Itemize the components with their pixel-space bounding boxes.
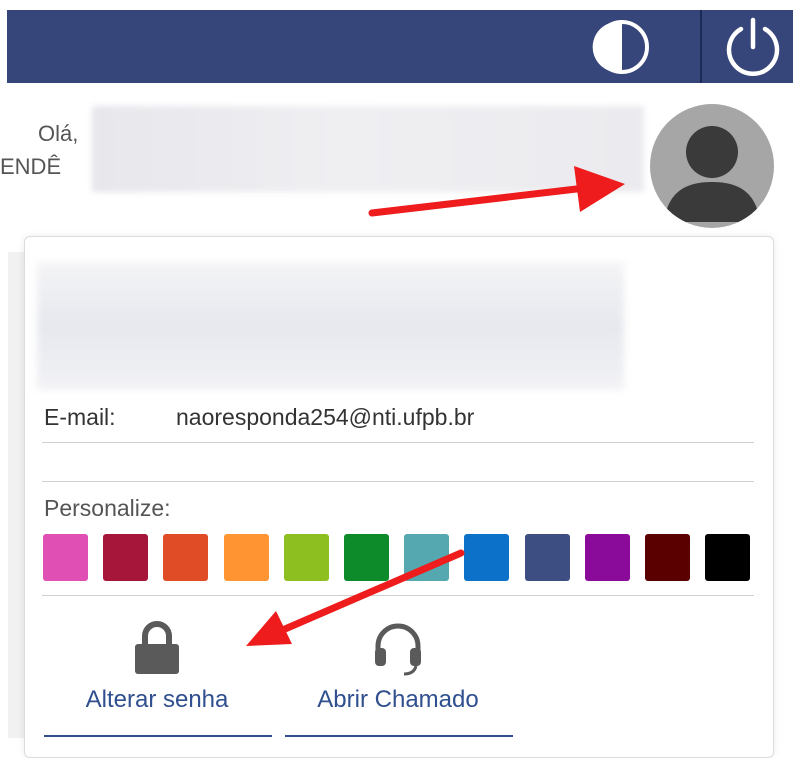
top-bar [7, 10, 793, 83]
color-swatch[interactable] [584, 534, 630, 581]
open-ticket-label: Abrir Chamado [317, 686, 479, 713]
contrast-button[interactable] [590, 10, 654, 83]
power-button[interactable] [712, 10, 793, 83]
lock-icon [135, 621, 179, 674]
blurred-user-info [37, 262, 624, 390]
color-swatch[interactable] [43, 534, 88, 581]
power-icon [726, 17, 779, 76]
color-swatch[interactable] [223, 534, 269, 581]
divider [42, 595, 754, 596]
color-swatch[interactable] [404, 534, 450, 581]
open-ticket-underline [285, 735, 513, 737]
user-avatar-button[interactable] [650, 104, 774, 228]
change-password-label: Alterar senha [85, 686, 229, 713]
blurred-user-name [92, 106, 644, 192]
color-swatch[interactable] [344, 534, 389, 581]
headset-icon [375, 623, 421, 676]
greeting-text: Olá, [38, 121, 79, 146]
divider [42, 442, 754, 443]
greeting-name-fragment: ENDÊ [0, 154, 62, 179]
color-swatch[interactable] [103, 534, 149, 581]
color-swatch[interactable] [163, 534, 209, 581]
contrast-icon [592, 19, 649, 74]
change-password-underline [44, 735, 272, 737]
color-swatch[interactable] [524, 534, 570, 581]
color-swatch[interactable] [705, 534, 751, 581]
change-password-button[interactable]: Alterar senha [70, 620, 244, 714]
color-swatch[interactable] [645, 534, 690, 581]
color-swatch[interactable] [283, 534, 329, 581]
divider [42, 481, 754, 482]
email-label: E-mail: [44, 404, 116, 430]
top-bar-divider [700, 10, 702, 83]
page-background-strip [8, 252, 24, 738]
color-swatch[interactable] [464, 534, 510, 581]
email-value: naoresponda254@nti.ufpb.br [176, 404, 475, 430]
user-avatar-icon [664, 126, 760, 222]
personalize-label: Personalize: [44, 495, 171, 521]
open-ticket-button[interactable]: Abrir Chamado [298, 620, 498, 714]
